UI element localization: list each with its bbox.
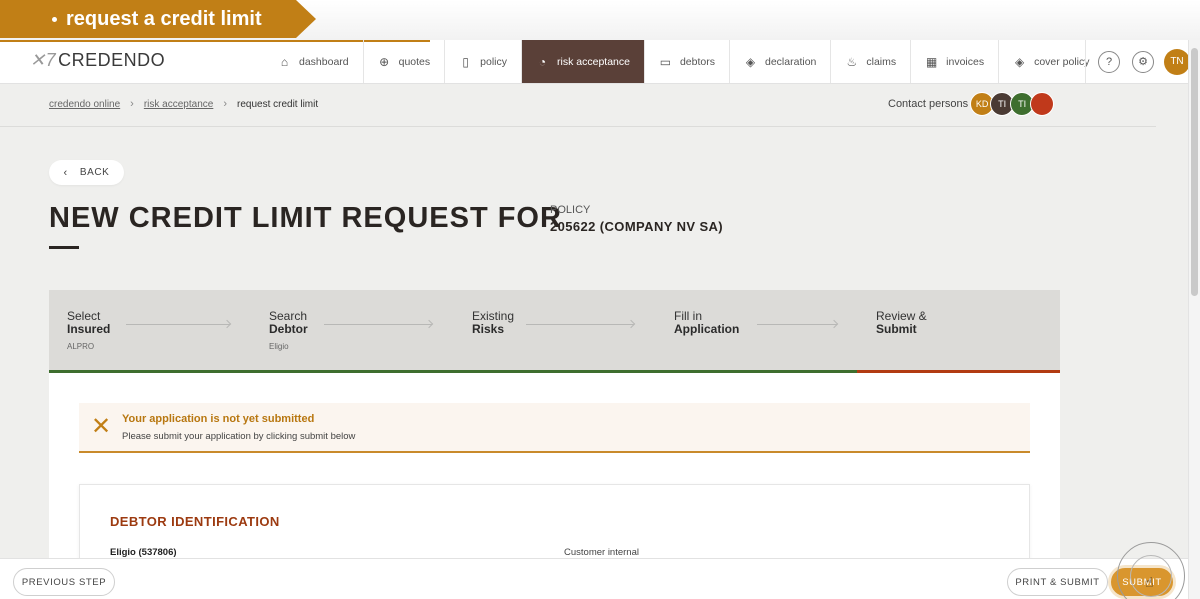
hand-pointer-icon: ☝	[1145, 574, 1154, 590]
settings-icon[interactable]: ⚙	[1132, 50, 1154, 73]
nav-item-label: claims	[866, 55, 897, 68]
step-line2: Debtor	[269, 322, 308, 336]
banner-tag: request a credit limit	[0, 0, 316, 38]
policy-label: POLICY	[550, 204, 591, 216]
gauge-icon: ◔	[538, 54, 547, 69]
alert-message: Please submit your application by clicki…	[122, 431, 356, 442]
breadcrumb-current: request credit limit	[237, 98, 319, 110]
policy-value: 205622 (COMPANY NV SA)	[550, 219, 724, 234]
nav-item-declaration[interactable]: ◈ declaration	[730, 40, 832, 83]
step-line2: Insured	[67, 322, 111, 336]
layers-icon: ◈	[745, 54, 756, 69]
flame-icon: ♨	[846, 54, 858, 69]
step-line1: Search	[269, 309, 308, 323]
nav-item-debtors[interactable]: ▭ debtors	[645, 40, 730, 83]
nav-item-label: debtors	[679, 55, 715, 68]
step-existing-risks[interactable]: Existing Risks	[472, 310, 514, 336]
nav-utilities: ? ⚙ TN	[1085, 40, 1190, 83]
contact-avatar[interactable]	[1030, 92, 1055, 116]
nav-item-dashboard[interactable]: ⌂ dashboard	[264, 40, 364, 83]
nav-item-label: dashboard	[299, 55, 349, 68]
step-line2: Submit	[876, 322, 917, 336]
action-bar: PREVIOUS STEP PRINT & SUBMIT SUBMIT	[0, 558, 1188, 599]
step-line2: Risks	[472, 322, 505, 336]
not-submitted-alert: ✕ Your application is not yet submitted …	[79, 403, 1030, 453]
logo-mark-icon: ✕7	[30, 50, 57, 70]
help-icon[interactable]: ?	[1098, 50, 1120, 73]
previous-step-button[interactable]: PREVIOUS STEP	[13, 568, 115, 596]
debtor-name: Eligio (537806)	[110, 547, 177, 558]
back-label: BACK	[79, 167, 110, 178]
nav-item-claims[interactable]: ♨ claims	[831, 40, 912, 83]
logo-text: CREDENDO	[58, 50, 166, 70]
nav-item-risk-acceptance[interactable]: ◔ risk acceptance	[522, 40, 645, 83]
chevron-right-icon: ›	[223, 98, 227, 110]
step-arrow-icon	[757, 324, 837, 325]
home-icon: ⌂	[280, 54, 289, 69]
step-fill-in-application[interactable]: Fill in Application	[674, 310, 739, 336]
step-line1: Existing	[472, 309, 515, 323]
nav-item-label: declaration	[765, 55, 817, 68]
step-sub: Eligio	[269, 342, 289, 351]
alert-title: Your application is not yet submitted	[122, 413, 315, 425]
nav-item-label: policy	[480, 55, 508, 68]
step-sub: ALPRO	[67, 342, 95, 351]
step-line1: Select	[67, 309, 101, 323]
grid-icon: ▦	[925, 54, 938, 69]
nav-item-label: quotes	[398, 55, 431, 68]
step-arrow-icon	[126, 324, 230, 325]
customer-internal-label: Customer internal	[564, 547, 639, 558]
nav-items: ⌂ dashboard ⊕ quotes ▯ policy ◔ risk accepta…	[264, 40, 1104, 83]
print-submit-button[interactable]: PRINT & SUBMIT	[1007, 568, 1108, 596]
banner-label: request a credit limit	[66, 8, 262, 30]
nav-item-policy[interactable]: ▯ policy	[445, 40, 523, 83]
scrollbar-thumb[interactable]	[1191, 48, 1198, 296]
bullet-icon	[52, 17, 57, 22]
plus-circle-icon: ⊕	[379, 54, 390, 69]
document-icon: ▯	[462, 54, 469, 69]
page-title: NEW CREDIT LIMIT REQUEST FOR	[49, 202, 562, 234]
contact-persons: Contact persons KD TI TI	[888, 92, 1055, 116]
nav-item-label: risk acceptance	[557, 55, 630, 68]
user-avatar[interactable]: TN	[1164, 48, 1190, 75]
chevron-left-icon: ‹	[63, 166, 68, 179]
nav-item-label: invoices	[946, 55, 985, 68]
vertical-scrollbar[interactable]	[1188, 40, 1200, 599]
back-button[interactable]: ‹ BACK	[49, 160, 124, 185]
top-navigation: ✕7 CREDENDO ⌂ dashboard ⊕ quotes ▯ policy ◔ r…	[0, 40, 1190, 84]
tutorial-banner: request a credit limit	[0, 0, 1200, 40]
breadcrumb-link-risk-acceptance[interactable]: risk acceptance	[144, 99, 213, 110]
step-arrow-icon	[324, 324, 432, 325]
breadcrumb-link-home[interactable]: credendo online	[49, 99, 120, 110]
step-search-debtor[interactable]: Search Debtor Eligio	[269, 310, 308, 353]
nav-item-label: cover policy	[1034, 55, 1090, 68]
step-line2: Application	[674, 322, 740, 336]
step-arrow-icon	[526, 324, 634, 325]
nav-item-quotes[interactable]: ⊕ quotes	[364, 40, 446, 83]
credendo-logo[interactable]: ✕7 CREDENDO	[30, 50, 165, 71]
stack-icon: ◈	[1014, 54, 1025, 69]
step-line1: Fill in	[674, 309, 703, 323]
divider	[0, 126, 1156, 127]
contact-persons-label: Contact persons	[888, 98, 969, 110]
close-x-icon: ✕	[91, 413, 112, 440]
section-heading: DEBTOR IDENTIFICATION	[110, 514, 280, 529]
wizard-steps: Select Insured ALPRO Search Debtor Eligi…	[49, 290, 1060, 370]
step-line1: Review &	[876, 309, 927, 323]
step-review-submit[interactable]: Review & Submit	[876, 310, 927, 336]
chevron-right-icon: ›	[130, 98, 134, 110]
nav-item-invoices[interactable]: ▦ invoices	[911, 40, 1000, 83]
title-underline	[49, 246, 79, 249]
step-select-insured[interactable]: Select Insured ALPRO	[67, 310, 110, 353]
folder-icon: ▭	[659, 54, 672, 69]
breadcrumb: credendo online › risk acceptance › requ…	[49, 98, 318, 110]
